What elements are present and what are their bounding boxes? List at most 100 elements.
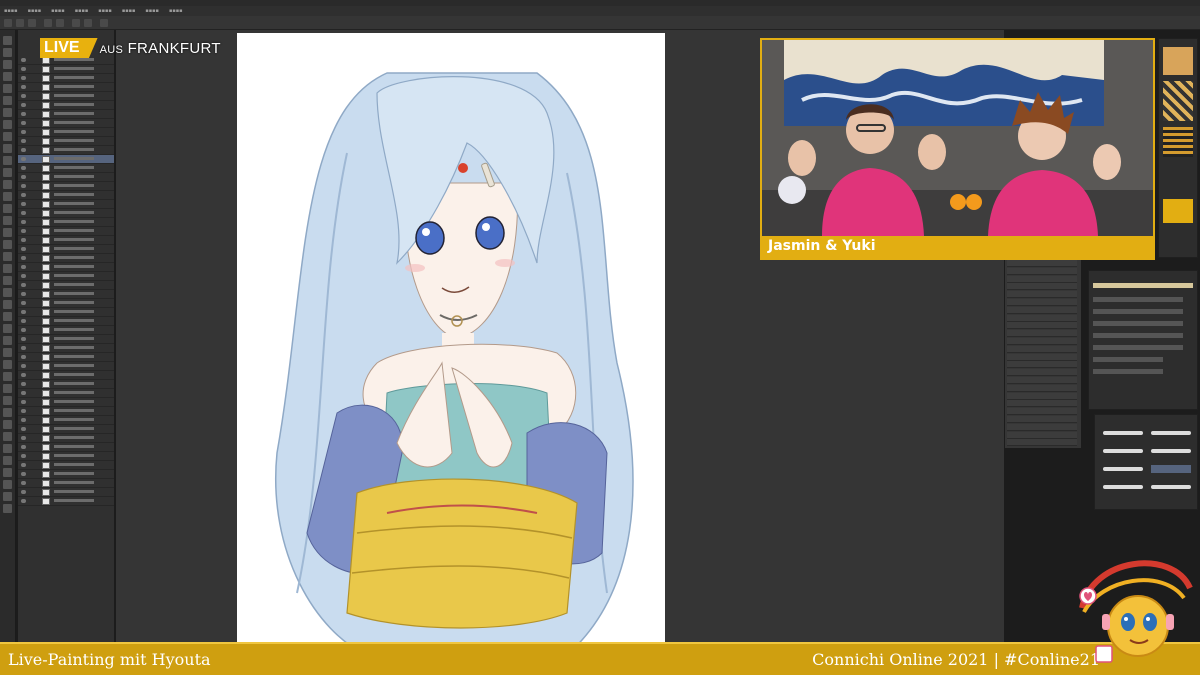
layer-row[interactable] [18, 128, 114, 137]
layer-row[interactable] [18, 425, 114, 434]
eye-icon[interactable] [21, 283, 26, 287]
menu-item[interactable]: ▪▪▪▪ [75, 6, 89, 16]
layer-row[interactable] [18, 83, 114, 92]
command-icon[interactable] [28, 19, 36, 27]
layer-row[interactable] [18, 497, 114, 506]
brush-item[interactable] [1007, 322, 1077, 330]
swatch[interactable] [1163, 127, 1193, 157]
eye-icon[interactable] [21, 364, 26, 368]
eye-icon[interactable] [21, 220, 26, 224]
layer-row[interactable] [18, 164, 114, 173]
layer-row[interactable] [18, 74, 114, 83]
layer-row[interactable] [18, 119, 114, 128]
brush-item[interactable] [1007, 260, 1077, 267]
eye-icon[interactable] [21, 148, 26, 152]
brush-item[interactable] [1007, 416, 1077, 423]
layer-row[interactable] [18, 182, 114, 191]
layer-row[interactable] [18, 236, 114, 245]
brush-item[interactable] [1007, 361, 1077, 369]
command-icon[interactable] [56, 19, 64, 27]
eye-icon[interactable] [21, 229, 26, 233]
layer-row[interactable] [18, 326, 114, 335]
tool-icon[interactable] [3, 180, 12, 189]
command-icon[interactable] [72, 19, 80, 27]
eye-icon[interactable] [21, 256, 26, 260]
command-icon[interactable] [4, 19, 12, 27]
tool-icon[interactable] [3, 72, 12, 81]
brush-item[interactable] [1007, 369, 1077, 377]
tool-icon[interactable] [3, 372, 12, 381]
tool-icon[interactable] [3, 204, 12, 213]
layer-row[interactable] [18, 317, 114, 326]
eye-icon[interactable] [21, 85, 26, 89]
swatch[interactable] [1163, 199, 1193, 223]
menu-item[interactable]: ▪▪▪▪ [4, 6, 18, 16]
menu-item[interactable]: ▪▪▪▪ [98, 6, 112, 16]
layer-row[interactable] [18, 263, 114, 272]
tool-icon[interactable] [3, 480, 12, 489]
eye-icon[interactable] [21, 211, 26, 215]
tool-icon[interactable] [3, 396, 12, 405]
tool-icon[interactable] [3, 360, 12, 369]
layer-row[interactable] [18, 272, 114, 281]
brush-item[interactable] [1007, 408, 1077, 416]
eye-icon[interactable] [21, 337, 26, 341]
brush-item[interactable] [1007, 377, 1077, 384]
tool-icon[interactable] [3, 60, 12, 69]
layer-row[interactable] [18, 92, 114, 101]
tool-icon[interactable] [3, 432, 12, 441]
eye-icon[interactable] [21, 472, 26, 476]
menu-item[interactable]: ▪▪▪▪ [51, 6, 65, 16]
tool-icon[interactable] [3, 492, 12, 501]
tool-icon[interactable] [3, 84, 12, 93]
tool-icon[interactable] [3, 312, 12, 321]
layer-row[interactable] [18, 173, 114, 182]
eye-icon[interactable] [21, 499, 26, 503]
layer-row[interactable] [18, 209, 114, 218]
eye-icon[interactable] [21, 112, 26, 116]
layer-row[interactable] [18, 479, 114, 488]
layer-row[interactable] [18, 155, 114, 164]
menu-item[interactable]: ▪▪▪▪ [122, 6, 136, 16]
eye-icon[interactable] [21, 139, 26, 143]
menu-item[interactable]: ▪▪▪▪ [28, 6, 42, 16]
layer-row[interactable] [18, 227, 114, 236]
menu-item[interactable]: ▪▪▪▪ [169, 6, 183, 16]
tool-icon[interactable] [3, 132, 12, 141]
eye-icon[interactable] [21, 103, 26, 107]
layer-row[interactable] [18, 407, 114, 416]
command-icon[interactable] [44, 19, 52, 27]
eye-icon[interactable] [21, 238, 26, 242]
tool-icon[interactable] [3, 252, 12, 261]
eye-icon[interactable] [21, 445, 26, 449]
layer-row[interactable] [18, 290, 114, 299]
tool-icon[interactable] [3, 348, 12, 357]
tool-icon[interactable] [3, 216, 12, 225]
brush-item[interactable] [1007, 330, 1077, 338]
eye-icon[interactable] [21, 481, 26, 485]
tool-icon[interactable] [3, 468, 12, 477]
tool-icon[interactable] [3, 144, 12, 153]
eye-icon[interactable] [21, 175, 26, 179]
tool-icon[interactable] [3, 336, 12, 345]
layer-row[interactable] [18, 191, 114, 200]
menu-item[interactable]: ▪▪▪▪ [145, 6, 159, 16]
layer-row[interactable] [18, 353, 114, 362]
layer-row[interactable] [18, 416, 114, 425]
tool-icon[interactable] [3, 192, 12, 201]
eye-icon[interactable] [21, 490, 26, 494]
eye-icon[interactable] [21, 76, 26, 80]
eye-icon[interactable] [21, 454, 26, 458]
layer-row[interactable] [18, 200, 114, 209]
tool-icon[interactable] [3, 384, 12, 393]
eye-icon[interactable] [21, 463, 26, 467]
tool-icon[interactable] [3, 504, 12, 513]
layer-row[interactable] [18, 65, 114, 74]
layer-row[interactable] [18, 335, 114, 344]
eye-icon[interactable] [21, 301, 26, 305]
brush-item[interactable] [1007, 275, 1077, 283]
tool-icon[interactable] [3, 444, 12, 453]
eye-icon[interactable] [21, 400, 26, 404]
tool-icon[interactable] [3, 48, 12, 57]
brush-item[interactable] [1007, 439, 1077, 447]
